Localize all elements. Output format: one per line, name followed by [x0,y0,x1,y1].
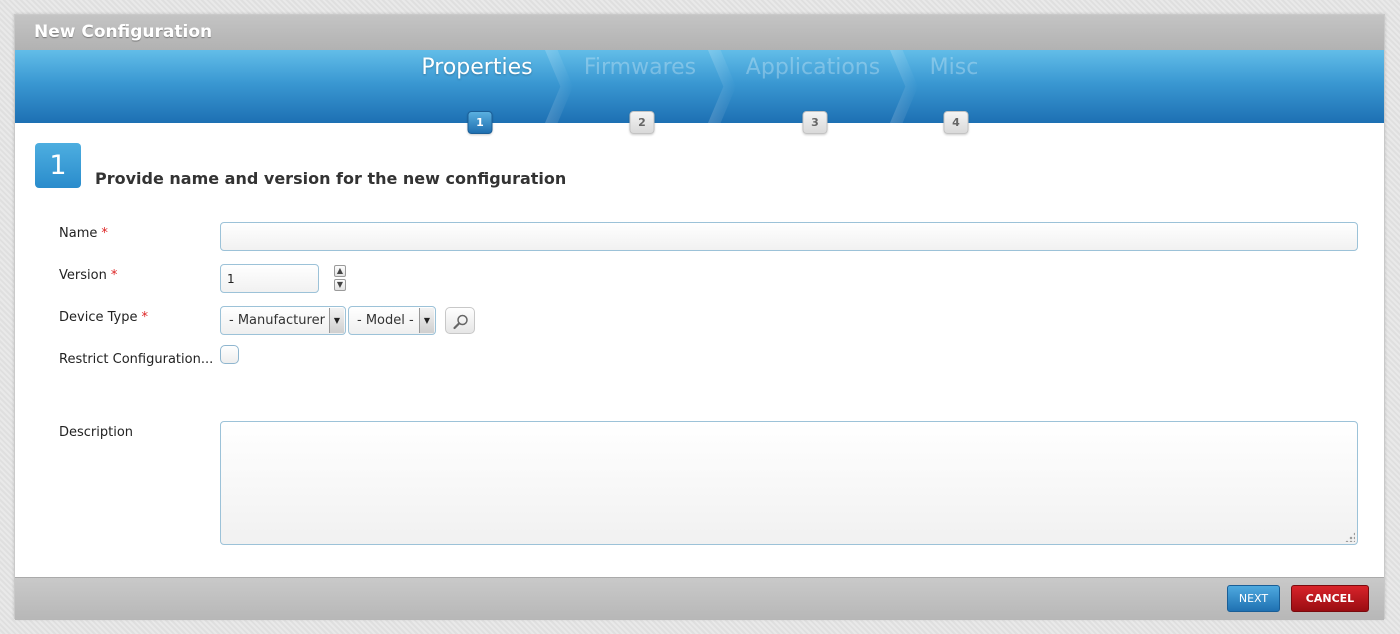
next-button[interactable]: NEXT [1227,585,1280,612]
step-heading: Provide name and version for the new con… [95,169,567,188]
required-marker: * [101,226,108,241]
version-input[interactable] [220,264,319,293]
device-search-button[interactable] [445,307,475,334]
version-label: Version * [59,268,118,283]
chevron-up-icon: ▲ [336,266,344,275]
dialog-footer [15,577,1384,620]
restrict-configuration-checkbox[interactable] [220,345,239,364]
model-select[interactable]: - Model - ▼ [348,306,436,335]
name-input[interactable] [220,222,1358,251]
dialog-title: New Configuration [34,22,213,42]
restrict-configuration-label: Restrict Configuration... [59,352,214,367]
wizard-stepbar [15,50,1384,123]
version-increment-button[interactable]: ▲ [334,265,346,277]
step-misc-label[interactable]: Misc [930,55,979,80]
cancel-button[interactable]: CANCEL [1291,585,1369,612]
step-4-badge[interactable]: 4 [943,111,969,134]
version-decrement-button[interactable]: ▼ [334,279,346,291]
model-selected-value: - Model - [357,313,414,328]
step-3-badge[interactable]: 3 [802,111,828,134]
current-step-number: 1 [35,143,81,188]
name-label: Name * [59,226,108,241]
manufacturer-selected-value: - Manufacturer - [229,313,334,328]
step-2-badge[interactable]: 2 [629,111,655,134]
triangle-down-icon: ▼ [329,308,344,333]
device-type-label: Device Type * [59,310,148,325]
step-firmwares-label[interactable]: Firmwares [584,55,696,80]
required-marker: * [110,268,118,283]
triangle-down-icon: ▼ [419,308,434,333]
dialog-titlebar: New Configuration [15,15,1384,50]
step-properties-label[interactable]: Properties [421,55,532,80]
description-textarea[interactable] [220,421,1358,545]
magnifier-icon [453,314,468,330]
new-configuration-dialog: New Configuration Properties Firmwares A… [14,14,1385,620]
chevron-down-icon: ▼ [336,280,344,289]
required-marker: * [141,310,148,325]
description-label: Description [59,425,134,440]
step-applications-label[interactable]: Applications [746,55,880,80]
manufacturer-select[interactable]: - Manufacturer - ▼ [220,306,346,335]
step-1-badge[interactable]: 1 [467,111,493,134]
